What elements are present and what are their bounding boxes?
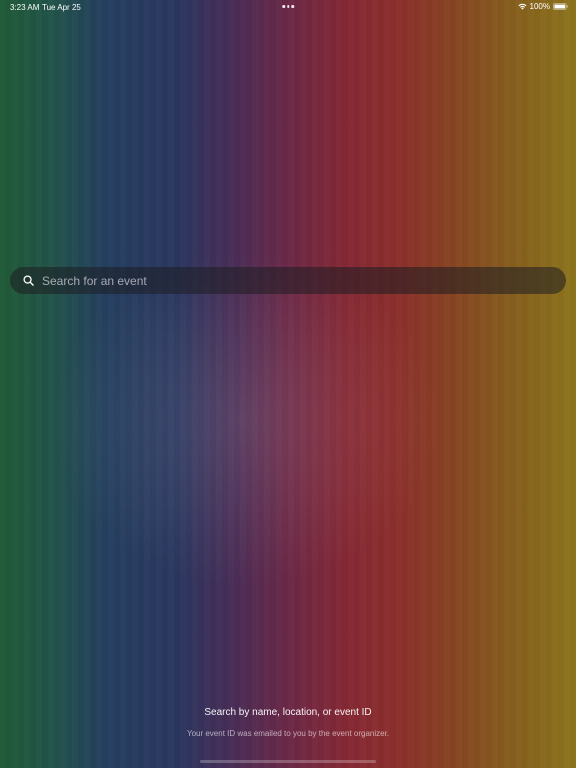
search-icon	[23, 275, 34, 286]
status-indicators: 100%	[517, 2, 568, 11]
wifi-icon	[517, 3, 527, 10]
status-time: 3:23 AM	[10, 3, 40, 12]
status-date: Tue Apr 25	[42, 3, 81, 12]
app-screen: 3:23 AM Tue Apr 25 100% Search for an ev…	[0, 0, 576, 768]
search-input[interactable]	[42, 273, 542, 288]
battery-percentage: 100%	[529, 2, 550, 11]
hint-title: Search by name, location, or event ID	[204, 707, 372, 718]
battery-icon	[553, 3, 568, 10]
multitasking-dots-icon[interactable]	[282, 5, 294, 8]
status-bar: 3:23 AM Tue Apr 25 100%	[0, 0, 576, 16]
search-bar[interactable]	[10, 267, 566, 294]
hint-subtitle: Your event ID was emailed to you by the …	[186, 729, 390, 738]
home-indicator[interactable]	[200, 760, 376, 763]
background-glow	[0, 0, 576, 768]
background-texture	[0, 0, 576, 768]
